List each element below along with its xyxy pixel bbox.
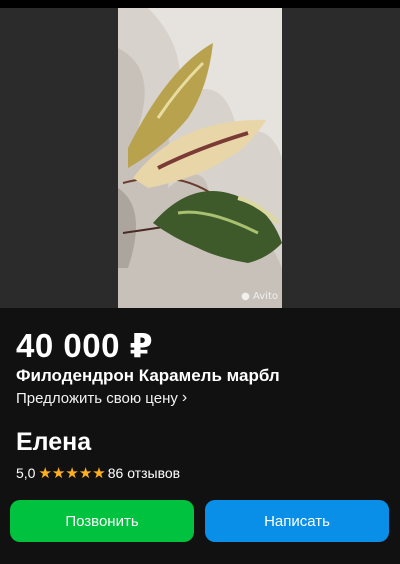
- offer-price-label: Предложить свою цену: [16, 389, 178, 407]
- write-message-button[interactable]: Написать: [205, 500, 389, 542]
- photo-gallery[interactable]: ● Avito: [0, 8, 400, 308]
- listing-title: Филодендрон Карамель марбл: [16, 366, 280, 385]
- plant-photo-illustration: [118, 8, 282, 308]
- call-button[interactable]: Позвонить: [10, 500, 194, 542]
- listing-photo[interactable]: ● Avito: [118, 8, 282, 308]
- avito-watermark: ● Avito: [241, 291, 278, 302]
- star-icon: ★: [65, 464, 79, 482]
- star-icon: ★: [78, 464, 93, 482]
- chevron-right-icon: ›: [181, 389, 188, 406]
- star-icon: ★: [92, 464, 106, 482]
- seller-name[interactable]: Елена: [16, 428, 91, 457]
- seller-rating[interactable]: 5,0 ★ ★ ★ ★ ★ 86 отзывов: [16, 465, 180, 481]
- rating-stars: ★ ★ ★ ★ ★: [38, 466, 105, 481]
- offer-price-link[interactable]: Предложить свою цену ›: [16, 389, 187, 407]
- star-icon: ★: [51, 464, 66, 482]
- listing-price: 40 000 ₽: [16, 327, 154, 364]
- reviews-count: 86 отзывов: [107, 465, 181, 481]
- rating-value: 5,0: [16, 465, 36, 481]
- status-bar-strip: [0, 0, 400, 8]
- star-icon: ★: [38, 464, 52, 482]
